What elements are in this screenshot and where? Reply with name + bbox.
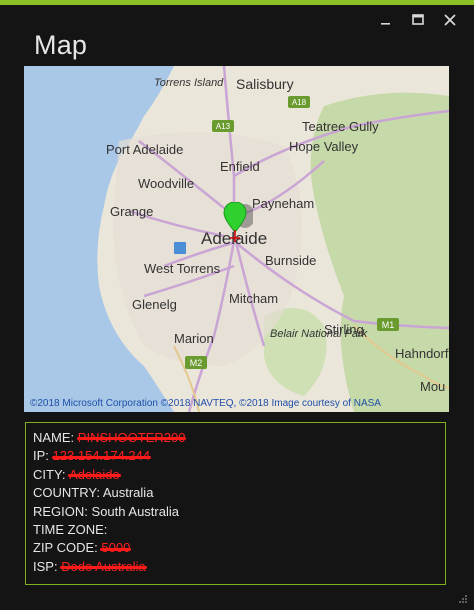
info-name-row: NAME: PINSHOOTER200: [33, 429, 438, 447]
svg-text:M2: M2: [190, 358, 203, 368]
road-shield-a18: A18: [288, 96, 310, 108]
info-region-row: REGION: South Australia: [33, 503, 438, 521]
info-timezone-label: TIME ZONE:: [33, 522, 108, 538]
info-name-label: NAME:: [33, 430, 75, 445]
info-isp-row: ISP: Dodo Australia: [33, 558, 438, 576]
minimize-button[interactable]: [370, 10, 402, 30]
map-label-mount: Mou: [420, 379, 445, 394]
map-label-teatree-gully: Teatree Gully: [302, 119, 379, 134]
accent-bar: [0, 0, 474, 5]
info-ip-row: IP: 123.154.174.244: [33, 447, 438, 465]
minimize-icon: [381, 23, 390, 25]
svg-text:A18: A18: [292, 98, 307, 107]
svg-text:A13: A13: [216, 122, 231, 131]
map-label-enfield: Enfield: [220, 159, 260, 174]
info-name-value: PINSHOOTER200: [76, 429, 187, 447]
airport-icon: [174, 242, 186, 254]
info-country-value: Australia: [102, 485, 154, 501]
map-view[interactable]: A13 A18 M1 M2 Torrens Island Salisbury T…: [24, 66, 449, 412]
map-label-stirling: Stirling: [324, 322, 364, 337]
info-city-label: CITY:: [33, 466, 66, 482]
map-label-hahndorf: Hahndorf: [395, 346, 449, 361]
map-label-woodville: Woodville: [138, 176, 194, 191]
info-ip-label: IP:: [33, 448, 49, 464]
info-region-value: South Australia: [91, 503, 179, 519]
info-zip-value: 5000: [100, 539, 132, 557]
info-zip-row: ZIP CODE: 5000: [33, 539, 438, 557]
map-label-port-adelaide: Port Adelaide: [106, 142, 183, 157]
map-label-west-torrens: West Torrens: [144, 261, 221, 276]
info-country-row: COUNTRY: Australia: [33, 484, 438, 502]
resize-grip-icon[interactable]: [458, 594, 468, 604]
page-title: Map: [34, 30, 88, 60]
map-label-torrens-island: Torrens Island: [154, 77, 224, 89]
info-zip-label: ZIP CODE:: [33, 540, 98, 556]
info-city-value: Adelaide: [68, 466, 121, 484]
info-region-label: REGION:: [33, 503, 88, 519]
window-controls: [370, 10, 466, 30]
svg-text:M1: M1: [382, 320, 395, 330]
road-shield-m1: M1: [377, 318, 399, 331]
map-label-burnside: Burnside: [265, 253, 316, 268]
location-pin-icon[interactable]: [223, 202, 253, 244]
maximize-icon: [412, 14, 424, 25]
info-isp-value: Dodo Australia: [60, 558, 147, 576]
road-shield-a13: A13: [212, 120, 234, 132]
map-label-glenelg: Glenelg: [132, 297, 177, 312]
info-country-label: COUNTRY:: [33, 485, 100, 501]
road-shield-m2: M2: [185, 356, 207, 369]
map-label-hope-valley: Hope Valley: [289, 139, 359, 154]
map-label-grange: Grange: [110, 204, 153, 219]
info-panel: NAME: PINSHOOTER200 IP: 123.154.174.244 …: [25, 422, 446, 585]
info-isp-label: ISP:: [33, 558, 58, 574]
map-copyright: ©2018 Microsoft Corporation ©2018 NAVTEQ…: [30, 398, 381, 409]
map-label-payneham: Payneham: [252, 196, 314, 211]
info-ip-value: 123.154.174.244: [51, 447, 151, 465]
map-label-marion: Marion: [174, 331, 214, 346]
close-icon: [444, 14, 456, 26]
close-button[interactable]: [434, 10, 466, 30]
info-timezone-row: TIME ZONE:: [33, 521, 438, 539]
map-label-salisbury: Salisbury: [236, 76, 294, 92]
map-label-mitcham: Mitcham: [229, 291, 278, 306]
info-city-row: CITY: Adelaide: [33, 466, 438, 484]
maximize-button[interactable]: [402, 10, 434, 30]
